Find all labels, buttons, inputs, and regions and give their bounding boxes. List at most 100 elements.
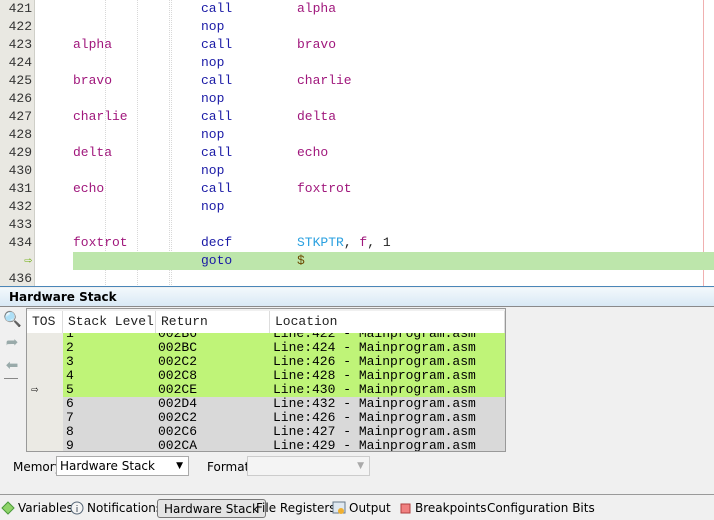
line-number: 424 bbox=[8, 55, 32, 70]
code-line[interactable] bbox=[73, 216, 714, 234]
tab-label: Notifications bbox=[87, 501, 163, 515]
line-number: 426 bbox=[8, 91, 32, 106]
table-row[interactable]: 9 002CA Line:429 - Mainprogram.asm bbox=[27, 439, 505, 451]
code-line[interactable]: call alpha bbox=[73, 0, 714, 18]
stack-level: 6 bbox=[66, 396, 74, 411]
return-address: 002D4 bbox=[158, 396, 198, 411]
line-number: 431 bbox=[8, 181, 32, 196]
code-line[interactable]: bravo call charlie bbox=[73, 72, 714, 90]
diamond-icon bbox=[1, 501, 18, 515]
operand-token: 1 bbox=[382, 235, 391, 250]
hardware-stack-table[interactable]: TOS Stack Level Return Address Location … bbox=[26, 308, 506, 452]
code-label: foxtrot bbox=[73, 235, 128, 250]
code-line[interactable]: nop bbox=[73, 18, 714, 36]
panel-toolbar: 🔍 ➦ ⬅ bbox=[0, 308, 26, 453]
stack-level: 3 bbox=[66, 354, 74, 369]
tab-file-registers[interactable]: File Registers bbox=[256, 499, 336, 518]
tab-label: File Registers bbox=[256, 501, 336, 515]
code-line[interactable]: charlie call delta bbox=[73, 108, 714, 126]
format-select[interactable]: ▼ bbox=[247, 456, 370, 476]
tab-label: Variables bbox=[18, 501, 73, 515]
code-operand: STKPTR, f, 1 bbox=[297, 234, 391, 252]
column-header-stack-level[interactable]: Stack Level bbox=[63, 311, 156, 333]
code-opcode: call bbox=[201, 145, 233, 160]
table-row[interactable]: 8 002C6 Line:427 - Mainprogram.asm bbox=[27, 425, 505, 439]
stack-level: 9 bbox=[66, 438, 74, 451]
code-line[interactable]: delta call echo bbox=[73, 144, 714, 162]
column-header-location[interactable]: Location bbox=[270, 311, 505, 333]
tos-arrow-icon: ⇨ bbox=[31, 383, 39, 397]
return-address: 002CE bbox=[158, 382, 198, 397]
pop-arrow-icon[interactable]: ⬅ bbox=[3, 356, 21, 374]
code-editor[interactable]: 421 422 423 424 425 426 427 428 429 430 431 432 433 4… bbox=[0, 0, 714, 287]
code-line[interactable]: alpha call bravo bbox=[73, 36, 714, 54]
table-row[interactable]: 3 002C2 Line:426 - Mainprogram.asm bbox=[27, 355, 505, 369]
memory-select[interactable]: Hardware Stack ▼ bbox=[56, 456, 189, 476]
line-number: 428 bbox=[8, 127, 32, 142]
tos-cell: ⇨ bbox=[27, 383, 63, 397]
tab-variables[interactable]: Variables bbox=[1, 499, 73, 518]
code-opcode: nop bbox=[201, 91, 225, 106]
return-address: 002C2 bbox=[158, 410, 198, 425]
table-body[interactable]: 1 002B6 Line:422 - Mainprogram.asm 2 002… bbox=[27, 333, 505, 451]
column-header-tos[interactable]: TOS bbox=[27, 311, 63, 333]
location: Line:432 - Mainprogram.asm bbox=[273, 396, 476, 411]
return-address: 002C2 bbox=[158, 354, 198, 369]
location: Line:422 - Mainprogram.asm bbox=[273, 333, 476, 341]
line-number: 425 bbox=[8, 73, 32, 88]
line-number: 421 bbox=[8, 1, 32, 16]
column-header-return-address[interactable]: Return Address bbox=[156, 311, 270, 351]
code-line[interactable]: foxtrot decf STKPTR, f, 1 bbox=[73, 234, 714, 252]
return-address: 002B6 bbox=[158, 333, 198, 341]
location: Line:428 - Mainprogram.asm bbox=[273, 368, 476, 383]
tab-label: Configuration Bits bbox=[487, 501, 595, 515]
tab-hardware-stack[interactable]: Hardware Stack bbox=[157, 499, 266, 518]
line-number: 429 bbox=[8, 145, 32, 160]
code-label: delta bbox=[73, 145, 113, 160]
code-opcode: nop bbox=[201, 19, 225, 34]
location: Line:426 - Mainprogram.asm bbox=[273, 410, 476, 425]
code-label: alpha bbox=[73, 37, 113, 52]
code-label: charlie bbox=[73, 109, 128, 124]
code-line[interactable]: nop bbox=[73, 54, 714, 72]
code-opcode: call bbox=[201, 109, 233, 124]
tab-breakpoints[interactable]: Breakpoints bbox=[398, 499, 486, 518]
location: Line:430 - Mainprogram.asm bbox=[273, 382, 476, 397]
table-row[interactable]: 4 002C8 Line:428 - Mainprogram.asm bbox=[27, 369, 505, 383]
tab-notifications[interactable]: i Notifications bbox=[70, 499, 162, 518]
code-opcode: goto bbox=[201, 253, 233, 268]
info-icon: i bbox=[70, 501, 87, 515]
tab-output[interactable]: Output bbox=[332, 499, 391, 518]
table-row[interactable]: 7 002C2 Line:426 - Mainprogram.asm bbox=[27, 411, 505, 425]
table-row[interactable]: 2 002BC Line:424 - Mainprogram.asm bbox=[27, 341, 505, 355]
program-counter-arrow-icon: ⇨ bbox=[24, 253, 32, 268]
bottom-tab-bar: Variables i Notifications Hardware Stack Fil… bbox=[0, 494, 714, 520]
table-row[interactable]: 6 002D4 Line:432 - Mainprogram.asm bbox=[27, 397, 505, 411]
code-line[interactable]: nop bbox=[73, 198, 714, 216]
code-operand: charlie bbox=[297, 73, 352, 88]
code-label: bravo bbox=[73, 73, 113, 88]
chevron-down-icon: ▼ bbox=[176, 461, 183, 471]
push-arrow-icon[interactable]: ➦ bbox=[3, 333, 21, 351]
location: Line:424 - Mainprogram.asm bbox=[273, 340, 476, 355]
line-number-gutter[interactable]: 421 422 423 424 425 426 427 428 429 430 431 432 433 4… bbox=[0, 0, 35, 286]
code-label: echo bbox=[73, 181, 105, 196]
tos-cell bbox=[27, 369, 63, 383]
memory-select-value: Hardware Stack bbox=[60, 459, 155, 473]
stack-level: 7 bbox=[66, 410, 74, 425]
zoom-icon[interactable]: 🔍 bbox=[3, 310, 22, 328]
code-opcode: call bbox=[201, 37, 233, 52]
return-address: 002C6 bbox=[158, 424, 198, 439]
table-row[interactable]: ⇨ 5 002CE Line:430 - Mainprogram.asm bbox=[27, 383, 505, 397]
current-code-line[interactable]: goto $ bbox=[73, 252, 714, 270]
return-address: 002C8 bbox=[158, 368, 198, 383]
code-line[interactable]: nop bbox=[73, 162, 714, 180]
tab-configuration-bits[interactable]: Configuration Bits bbox=[487, 499, 595, 518]
code-line[interactable] bbox=[73, 270, 714, 286]
code-line[interactable]: echo call foxtrot bbox=[73, 180, 714, 198]
operand-token: , bbox=[343, 235, 360, 250]
code-line[interactable]: nop bbox=[73, 90, 714, 108]
tos-cell bbox=[27, 411, 63, 425]
return-address: 002CA bbox=[158, 438, 198, 451]
code-line[interactable]: nop bbox=[73, 126, 714, 144]
